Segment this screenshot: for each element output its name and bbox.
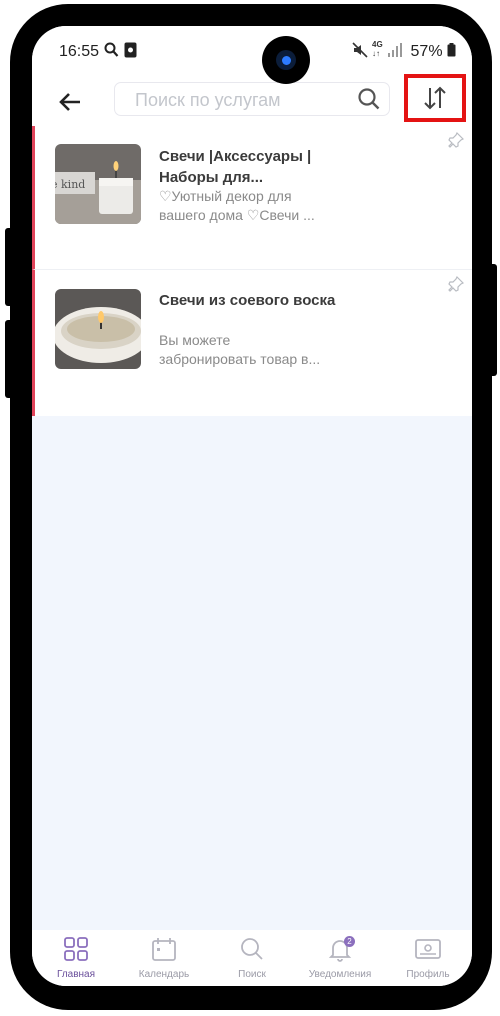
search-input[interactable] <box>133 87 347 113</box>
status-time: 16:55 <box>59 43 100 60</box>
battery-status: 57% <box>411 43 456 61</box>
search-box <box>114 82 390 116</box>
item-thumbnail: e kind <box>55 144 141 224</box>
tab-profile-label: Профиль <box>406 969 450 980</box>
sort-button[interactable] <box>404 74 466 122</box>
tab-home[interactable]: Главная <box>32 936 120 980</box>
network-type-label: 4G <box>372 40 383 49</box>
grid-icon <box>64 937 88 961</box>
svg-text:e kind: e kind <box>55 178 85 191</box>
back-button[interactable] <box>52 84 88 120</box>
mute-icon <box>352 42 368 63</box>
tab-search-label: Поиск <box>238 969 266 980</box>
item-title: Свечи |Аксессуары | Наборы для... <box>159 148 312 186</box>
item-description-line-2: забронировать товар в... <box>159 351 321 367</box>
side-button-left-2 <box>5 320 13 398</box>
item-title: Свечи из соевого воска <box>159 292 336 309</box>
tab-home-label: Главная <box>56 969 96 980</box>
tab-notifications[interactable]: 2 Уведомления <box>296 936 384 980</box>
pin-icon[interactable] <box>448 131 465 153</box>
status-bar: 16:55 4G ↓↑ 57% <box>32 26 472 76</box>
side-button-right <box>489 264 497 376</box>
list-item[interactable]: Свечи из соевого воска Вы можете заброни… <box>32 270 472 416</box>
tab-notifications-label: Уведомления <box>308 969 372 980</box>
notification-status-icon <box>124 42 137 63</box>
front-camera <box>262 36 310 84</box>
profile-card-icon <box>415 939 441 959</box>
item-description-line-1: Вы можете <box>159 332 231 348</box>
search-status-icon <box>104 42 119 63</box>
network-type: 4G ↓↑ <box>372 40 383 58</box>
screen: 16:55 4G ↓↑ 57% Поиск по услугам kind Св… <box>32 26 472 986</box>
tab-calendar[interactable]: Календарь <box>120 936 208 980</box>
pin-icon[interactable] <box>448 275 465 297</box>
item-description-line-2: вашего дома ♡Свечи ... <box>159 207 315 223</box>
search-icon <box>241 938 263 960</box>
battery-icon <box>447 43 456 57</box>
notification-badge: 2 <box>344 936 355 947</box>
tab-calendar-label: Календарь <box>138 969 190 980</box>
calendar-icon <box>152 938 176 961</box>
arrow-left-icon <box>59 93 80 111</box>
search-icon[interactable] <box>357 87 381 116</box>
signal-icon <box>388 42 402 63</box>
header <box>32 74 472 126</box>
list-item[interactable]: e kind Свечи |Аксессуары | Наборы для...… <box>32 126 472 270</box>
item-description-line-1: ♡Уютный декор для <box>159 188 292 204</box>
tab-search[interactable]: Поиск <box>208 936 296 980</box>
sort-arrows-icon <box>424 86 446 110</box>
battery-percent: 57% <box>410 43 443 60</box>
service-list: e kind Свечи |Аксессуары | Наборы для...… <box>32 126 472 416</box>
tab-profile[interactable]: Профиль <box>384 936 472 980</box>
bottom-nav: Главная Календарь Поиск 2 Уведомления Пр… <box>32 930 472 986</box>
item-thumbnail <box>55 289 141 369</box>
side-button-left-1 <box>5 228 13 306</box>
